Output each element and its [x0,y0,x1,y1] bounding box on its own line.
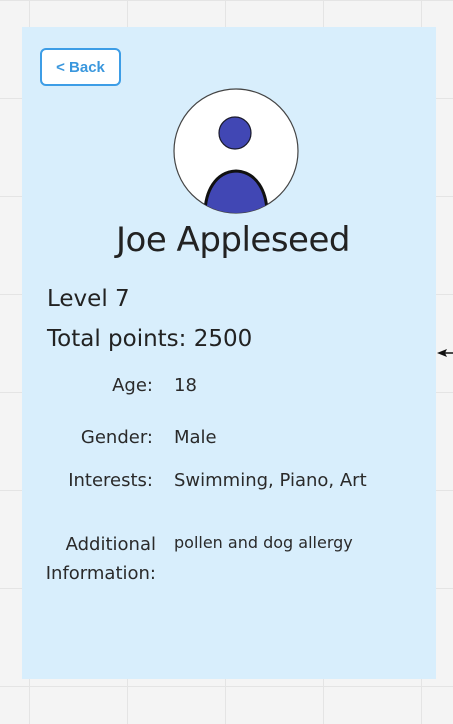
interests-label: Interests: [68,470,153,491]
additional-info-label-line1: Additional [65,534,156,555]
additional-info-label-line2: Information: [45,563,156,584]
user-avatar-icon [173,88,299,214]
interests-value: Swimming, Piano, Art [174,470,367,491]
back-button[interactable]: < Back [40,48,121,86]
gender-value: Male [174,427,217,448]
back-button-label: < Back [56,58,105,76]
profile-level: Level 7 [47,286,130,312]
age-label: Age: [112,375,153,396]
profile-name: Joe Appleseed [116,220,350,260]
arrow-left-icon [437,349,453,357]
age-value: 18 [174,375,197,396]
profile-card: < Back Joe Appleseed Level 7 Total point… [22,27,436,679]
gender-label: Gender: [80,427,153,448]
additional-info-value: pollen and dog allergy [174,533,353,552]
profile-total-points: Total points: 2500 [47,326,253,352]
